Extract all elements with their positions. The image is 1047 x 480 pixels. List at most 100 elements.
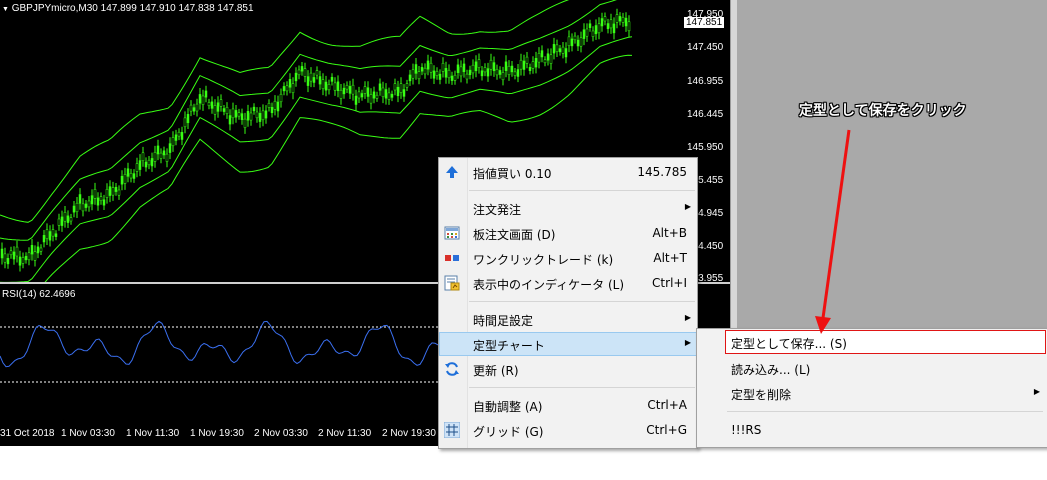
candle-body — [627, 21, 631, 32]
submenu-item-template-rs[interactable]: !!!RS — [697, 418, 1047, 442]
candle-body — [69, 217, 73, 222]
submenu-item-label: !!!RS — [731, 423, 762, 437]
time-label: 1 Nov 19:30 — [190, 428, 244, 439]
indicators-icon — [444, 275, 460, 291]
symbol-dropdown-icon[interactable]: ▼ — [2, 6, 9, 13]
submenu-item-load-template[interactable]: 読み込み... (L) — [697, 356, 1047, 380]
order-board-icon — [444, 226, 460, 240]
candle-body — [504, 61, 508, 71]
menu-item-indicators-list[interactable]: 表示中のインディケータ (L) Ctrl+I — [439, 271, 697, 295]
menu-item-template[interactable]: 定型チャート ▶ — [439, 332, 717, 356]
candle-body — [618, 16, 622, 22]
candle-body — [327, 84, 331, 91]
menu-item-new-order[interactable]: 注文発注 ▶ — [439, 196, 697, 220]
menu-item-timeframe[interactable]: 時間足設定 ▶ — [439, 307, 697, 331]
candle-body — [156, 145, 160, 155]
candle-body — [597, 23, 601, 34]
candle-body — [462, 63, 466, 73]
menu-item-one-click-trade[interactable]: ワンクリックトレード (k) Alt+T — [439, 246, 697, 270]
candle-body — [54, 233, 58, 237]
candle-body — [474, 61, 478, 72]
candle-body — [201, 95, 205, 105]
menu-separator — [469, 387, 695, 388]
time-label: 2 Nov 11:30 — [318, 428, 372, 439]
submenu-item-save-template[interactable]: 定型として保存... (S) — [697, 330, 1047, 354]
candle-body — [255, 111, 259, 119]
candle-body — [99, 196, 103, 201]
candle-body — [576, 39, 580, 47]
candle-body — [555, 44, 559, 52]
menu-item-shortcut: Ctrl+G — [646, 423, 687, 437]
menu-item-label: 注文発注 — [473, 203, 522, 217]
candle-body — [426, 60, 430, 70]
candle-body — [105, 189, 109, 198]
menu-item-order-board[interactable]: 板注文画面 (D) Alt+B — [439, 221, 697, 245]
candle-body — [540, 50, 544, 58]
candle-body — [387, 92, 391, 100]
candle-body — [270, 107, 274, 114]
time-label: 31 Oct 2018 — [0, 428, 55, 439]
candle-body — [135, 163, 139, 172]
candle-body — [621, 17, 625, 23]
candle-body — [417, 71, 421, 80]
candle-body — [477, 59, 481, 68]
menu-item-refresh[interactable]: 更新 (R) — [439, 357, 697, 381]
menu-item-label: ワンクリックトレード (k) — [473, 253, 614, 267]
candle-body — [609, 19, 613, 29]
candle-body — [423, 67, 427, 75]
candle-body — [318, 76, 322, 85]
menu-item-grid[interactable]: グリッド (G) Ctrl+G — [439, 418, 697, 442]
price-label: 147.450 — [687, 42, 724, 53]
menu-item-auto-scroll[interactable]: 自動調整 (A) Ctrl+A — [439, 393, 697, 417]
candle-body — [33, 251, 37, 261]
candle-body — [165, 153, 169, 162]
candle-body — [9, 250, 13, 256]
menu-separator — [727, 411, 1043, 412]
candle-body — [333, 82, 337, 91]
candle-body — [183, 117, 187, 128]
candle-body — [594, 25, 598, 35]
price-label: 145.950 — [687, 142, 724, 153]
candle-body — [300, 66, 304, 72]
candle-body — [180, 132, 184, 140]
candle-body — [132, 173, 136, 179]
candle-body — [459, 66, 463, 77]
candle-body — [66, 215, 70, 223]
candle-body — [510, 65, 514, 73]
candle-body — [528, 67, 532, 71]
candle-body — [357, 91, 361, 99]
candle-body — [48, 231, 52, 241]
menu-item-label: 更新 (R) — [473, 364, 519, 378]
candle-body — [414, 64, 418, 74]
candle-body — [543, 59, 547, 64]
candle-body — [18, 256, 22, 266]
submenu-item-delete-template[interactable]: 定型を削除 ▶ — [697, 381, 1047, 405]
menu-item-buy-limit[interactable]: 指値買い 0.10 145.785 — [439, 160, 697, 184]
candle-body — [483, 67, 487, 73]
candle-body — [306, 76, 310, 86]
candle-body — [378, 83, 382, 91]
candle-body — [342, 87, 346, 95]
candle-body — [219, 99, 223, 107]
candle-body — [111, 187, 115, 196]
menu-item-shortcut: Ctrl+I — [652, 276, 687, 290]
candle-body — [453, 74, 457, 81]
menu-item-shortcut: Alt+T — [653, 251, 687, 265]
candle-body — [213, 105, 217, 115]
candle-body — [468, 69, 472, 76]
candle-body — [72, 205, 76, 213]
candle-body — [195, 103, 199, 112]
candle-body — [402, 89, 406, 97]
candle-body — [522, 60, 526, 70]
candle-body — [42, 235, 46, 243]
candle-body — [513, 71, 517, 76]
candle-body — [519, 59, 523, 70]
submenu-arrow-icon: ▶ — [684, 338, 691, 347]
candle-body — [408, 74, 412, 82]
candle-body — [27, 252, 31, 261]
candle-body — [102, 199, 106, 206]
candle-body — [336, 81, 340, 91]
candle-body — [564, 48, 568, 58]
template-submenu: 定型として保存... (S) 読み込み... (L) 定型を削除 ▶ !!!RS — [696, 328, 1047, 448]
candle-body — [585, 28, 589, 37]
